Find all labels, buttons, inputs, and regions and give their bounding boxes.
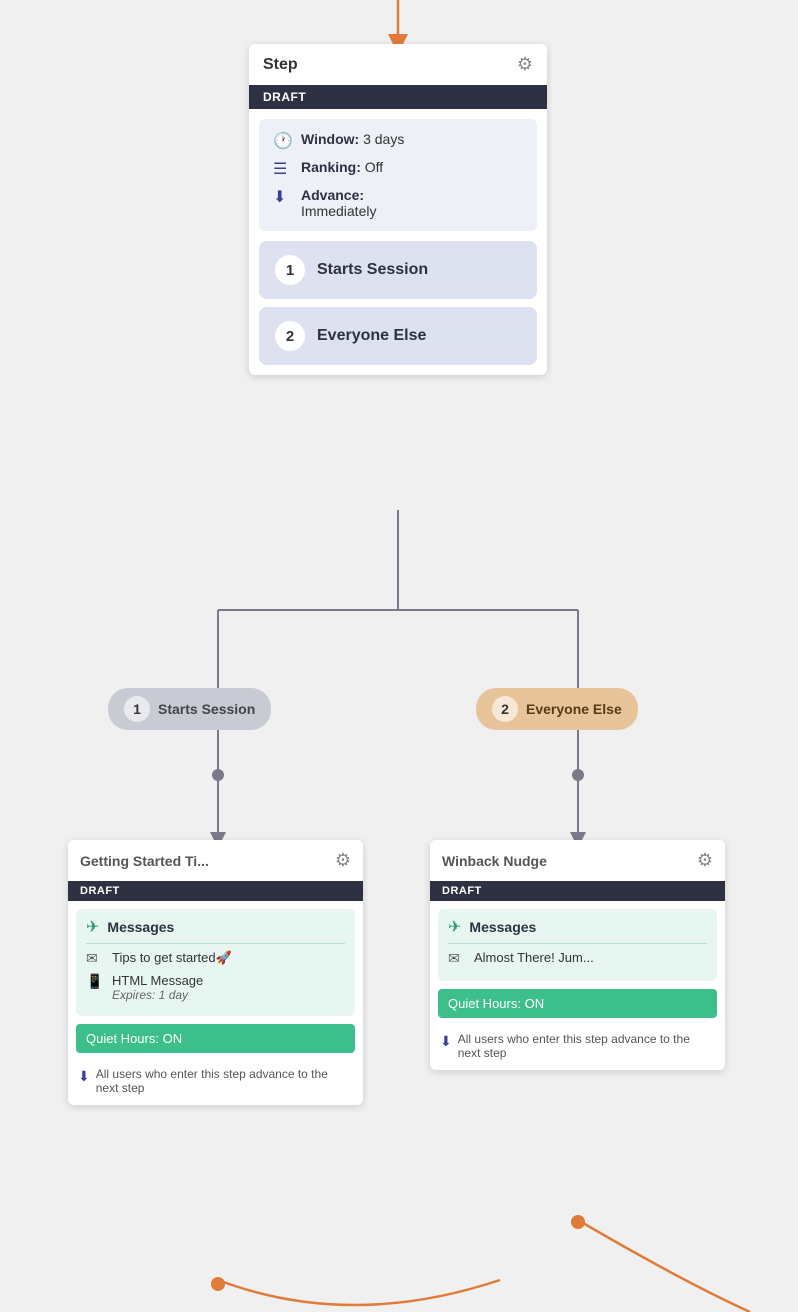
advance-icon: ⬇: [273, 187, 293, 207]
envelope-icon-1-left: ✉: [86, 950, 104, 967]
advance-text-content-right: All users who enter this step advance to…: [458, 1032, 715, 1060]
message-item-2-left: 📱 HTML Message Expires: 1 day: [86, 973, 345, 1002]
messages-section-left: ✈ Messages ✉ Tips to get started🚀 📱 HTML…: [76, 909, 355, 1016]
advance-row: ⬇ Advance: Immediately: [273, 187, 523, 219]
sub-card-right: Winback Nudge ⚙ DRAFT ✈ Messages ✉ Almos…: [430, 840, 725, 1070]
step-card-title: Step: [263, 56, 298, 74]
window-label: Window:: [301, 131, 359, 147]
quiet-hours-label-right: Quiet Hours:: [448, 996, 521, 1011]
quiet-hours-label-left: Quiet Hours:: [86, 1031, 159, 1046]
sub-card-left-draft: DRAFT: [68, 881, 363, 901]
sub-card-right-header: Winback Nudge ⚙: [430, 840, 725, 881]
advance-arrow-left: ⬇: [78, 1068, 90, 1085]
message-text-1-right: Almost There! Jum...: [474, 950, 707, 965]
ranking-row: ☰ Ranking: Off: [273, 159, 523, 179]
quiet-hours-value-right: ON: [525, 996, 545, 1011]
group-2-label: Everyone Else: [317, 327, 426, 345]
quiet-hours-left: Quiet Hours: ON: [76, 1024, 355, 1053]
messages-header-left: ✈ Messages: [86, 917, 345, 944]
message-text-2-left: HTML Message: [112, 973, 203, 988]
step-info-box: 🕐 Window: 3 days ☰ Ranking: Off ⬇ Advanc…: [259, 119, 537, 231]
advance-text-right: ⬇ All users who enter this step advance …: [430, 1026, 725, 1070]
step-card-header: Step ⚙: [249, 44, 547, 85]
sub-card-right-title: Winback Nudge: [442, 853, 547, 869]
sub-card-left-header: Getting Started Ti... ⚙: [68, 840, 363, 881]
branch-right-number: 2: [492, 696, 518, 722]
ranking-icon: ☰: [273, 159, 293, 179]
message-item-1-left: ✉ Tips to get started🚀: [86, 950, 345, 967]
envelope-icon-1-right: ✉: [448, 950, 466, 967]
orange-dot-left: [211, 1277, 225, 1291]
branch-dot-right: [572, 769, 584, 781]
window-value: 3 days: [363, 131, 404, 147]
messages-section-right: ✈ Messages ✉ Almost There! Jum...: [438, 909, 717, 981]
group-1-label: Starts Session: [317, 261, 428, 279]
branch-right-label: Everyone Else: [526, 701, 622, 717]
sub-card-right-draft: DRAFT: [430, 881, 725, 901]
branch-label-left[interactable]: 1 Starts Session: [108, 688, 271, 730]
group-2-number: 2: [275, 321, 305, 351]
messages-title-left: Messages: [107, 919, 174, 935]
mobile-icon-left: 📱: [86, 973, 104, 990]
clock-icon: 🕐: [273, 131, 293, 151]
step-card: Step ⚙ DRAFT 🕐 Window: 3 days ☰ Ranking:…: [249, 44, 547, 375]
quiet-hours-right: Quiet Hours: ON: [438, 989, 717, 1018]
step-draft-badge: DRAFT: [249, 85, 547, 109]
branch-label-right[interactable]: 2 Everyone Else: [476, 688, 638, 730]
message-sub-2-left: Expires: 1 day: [112, 988, 203, 1002]
message-item-1-right: ✉ Almost There! Jum...: [448, 950, 707, 967]
advance-value: Immediately: [301, 203, 376, 219]
messages-title-right: Messages: [469, 919, 536, 935]
send-icon-right: ✈: [448, 917, 461, 937]
advance-label: Advance:: [301, 187, 364, 203]
window-row: 🕐 Window: 3 days: [273, 131, 523, 151]
advance-text-left: ⬇ All users who enter this step advance …: [68, 1061, 363, 1105]
group-item-2[interactable]: 2 Everyone Else: [259, 307, 537, 365]
advance-text-content-left: All users who enter this step advance to…: [96, 1067, 353, 1095]
advance-arrow-right: ⬇: [440, 1033, 452, 1050]
ranking-label: Ranking:: [301, 159, 361, 175]
send-icon-left: ✈: [86, 917, 99, 937]
message-text-1-left: Tips to get started🚀: [112, 950, 345, 966]
gear-icon[interactable]: ⚙: [517, 54, 533, 75]
branch-left-number: 1: [124, 696, 150, 722]
branch-left-label: Starts Session: [158, 701, 255, 717]
orange-dot-right: [571, 1215, 585, 1229]
sub-card-left-title: Getting Started Ti...: [80, 853, 209, 869]
group-item-1[interactable]: 1 Starts Session: [259, 241, 537, 299]
ranking-value: Off: [365, 159, 383, 175]
sub-card-left: Getting Started Ti... ⚙ DRAFT ✈ Messages…: [68, 840, 363, 1105]
messages-header-right: ✈ Messages: [448, 917, 707, 944]
quiet-hours-value-left: ON: [163, 1031, 183, 1046]
group-1-number: 1: [275, 255, 305, 285]
branch-dot-left: [212, 769, 224, 781]
sub-card-left-gear-icon[interactable]: ⚙: [335, 850, 351, 871]
sub-card-right-gear-icon[interactable]: ⚙: [697, 850, 713, 871]
